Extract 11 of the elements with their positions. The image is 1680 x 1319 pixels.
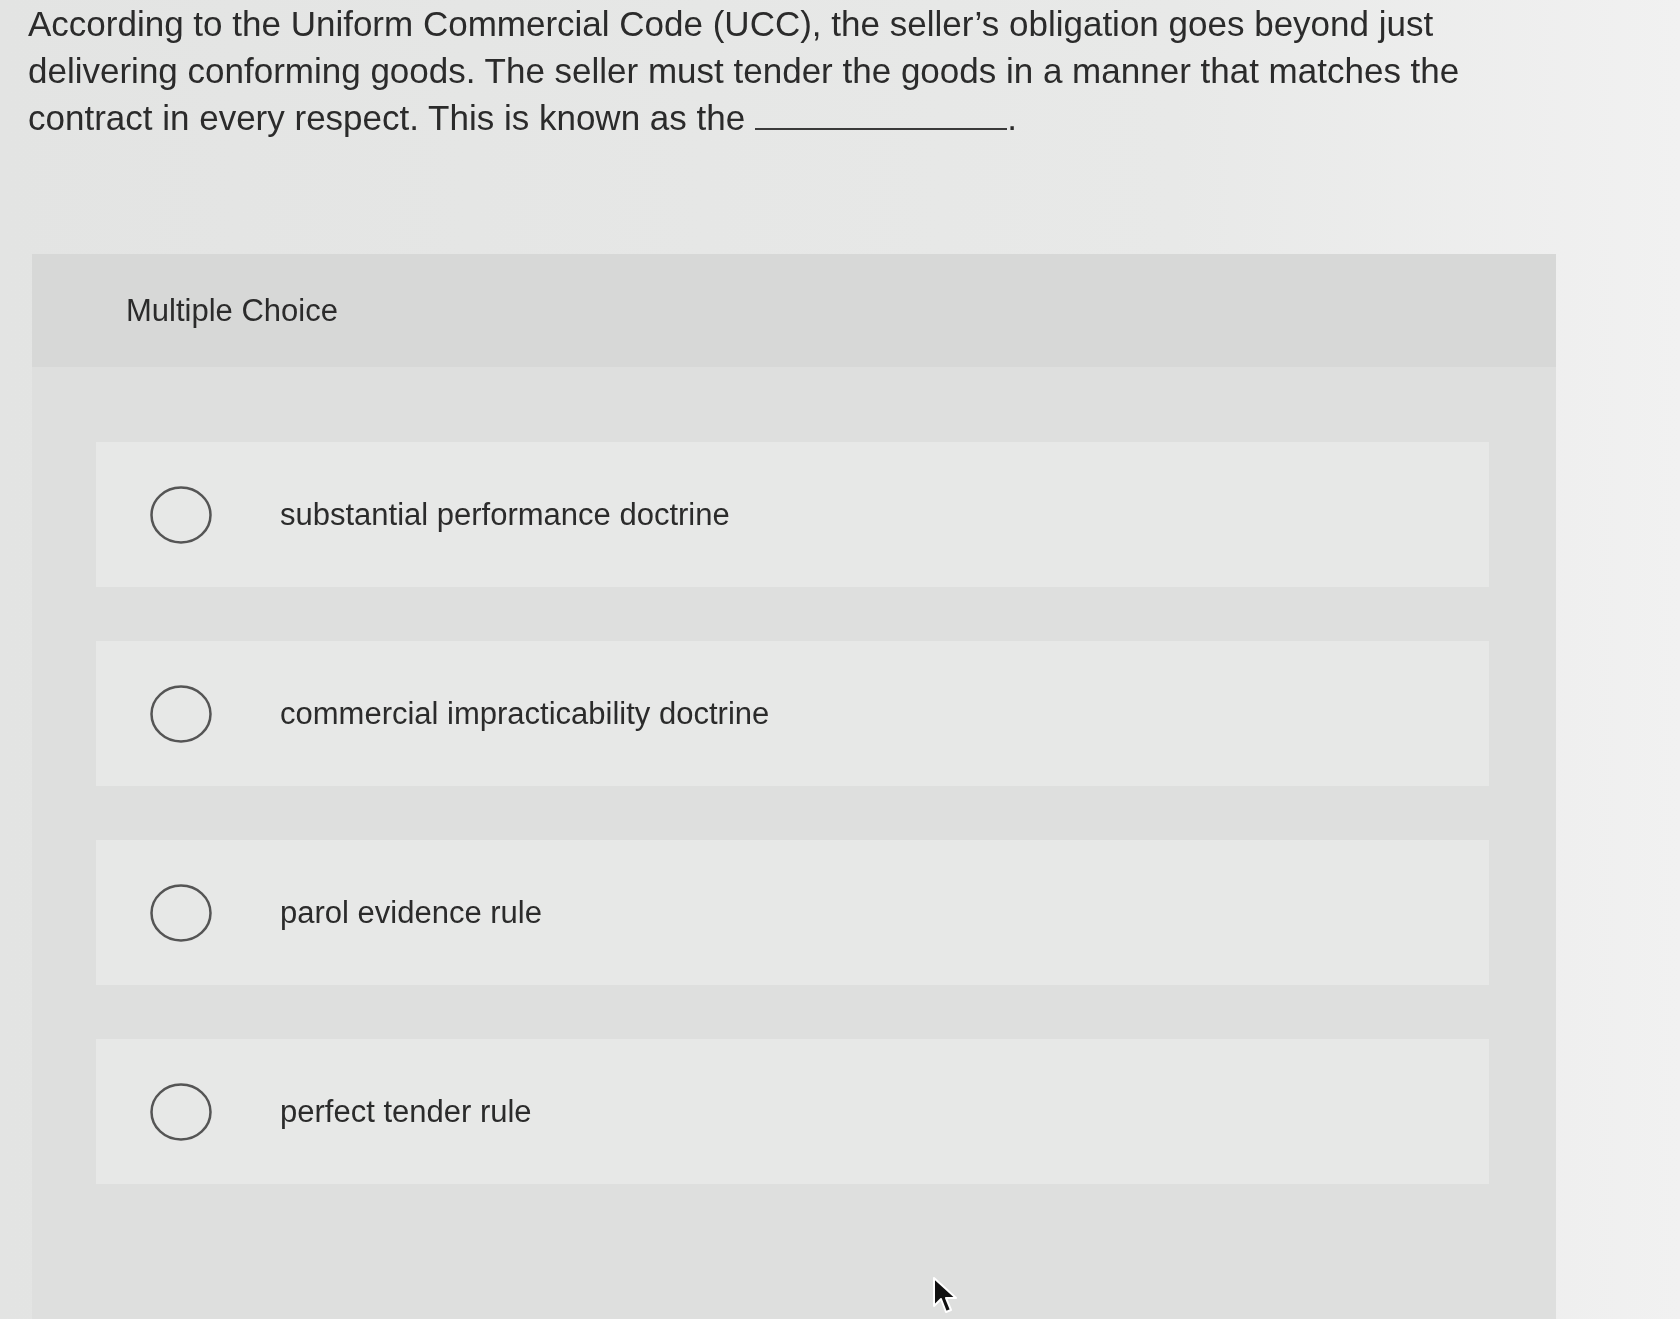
radio-button[interactable] (150, 684, 212, 743)
mouse-cursor-icon (932, 1276, 960, 1316)
card-heading: Multiple Choice (126, 292, 338, 329)
question-text: According to the Uniform Commercial Code (UCC), the seller’s obligation goes beyond just delivering conforming goods. The seller must tender the goods in a manner that matches the contract in every respect. This is known as the . (28, 3, 1461, 139)
radio-button[interactable] (150, 1082, 212, 1141)
radio-button[interactable] (150, 485, 212, 544)
option-label[interactable]: substantial performance doctrine (280, 496, 730, 533)
option-label[interactable]: perfect tender rule (280, 1093, 532, 1130)
option-label[interactable]: commercial impracticability doctrine (280, 695, 770, 732)
radio-button[interactable] (150, 883, 212, 942)
option-label[interactable]: parol evidence rule (280, 894, 542, 931)
